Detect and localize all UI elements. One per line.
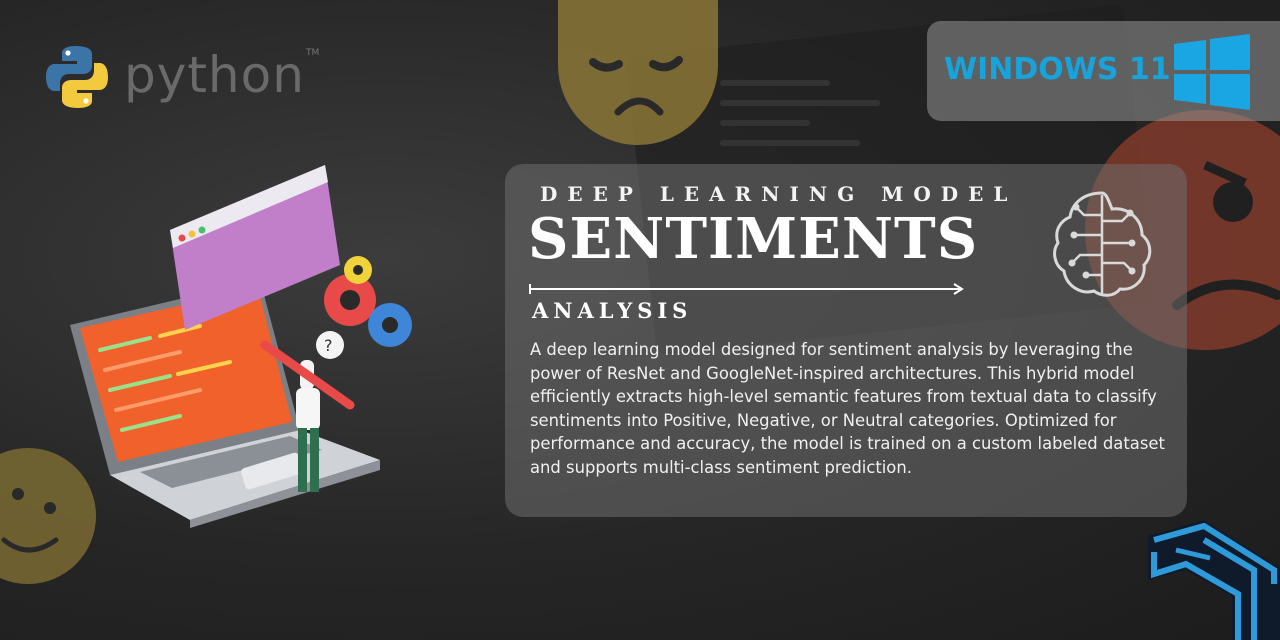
brand-mark-icon (1148, 520, 1280, 640)
windows-label: WINDOWS 11 (944, 52, 1171, 87)
page-title: SENTIMENTS (528, 206, 979, 272)
windows-logo-icon (1174, 34, 1250, 110)
python-logo-icon (46, 46, 108, 108)
background-code-line (720, 140, 860, 146)
kicker-text: DEEP LEARNING MODEL (540, 182, 1018, 206)
laptop-illustration: ? (70, 165, 412, 528)
background-code-line (720, 80, 830, 86)
background-code-line (720, 100, 880, 106)
description: A deep learning model designed for senti… (530, 340, 1165, 477)
sad-emoji-icon (558, 0, 718, 145)
trademark-mark: TM (306, 48, 320, 58)
arrow-divider (529, 283, 964, 295)
brain-circuit-icon (1053, 191, 1152, 297)
background-code-line (720, 120, 810, 126)
subtitle: ANALYSIS (532, 298, 693, 323)
svg-text:?: ? (324, 336, 333, 355)
python-wordmark: python (124, 46, 305, 104)
